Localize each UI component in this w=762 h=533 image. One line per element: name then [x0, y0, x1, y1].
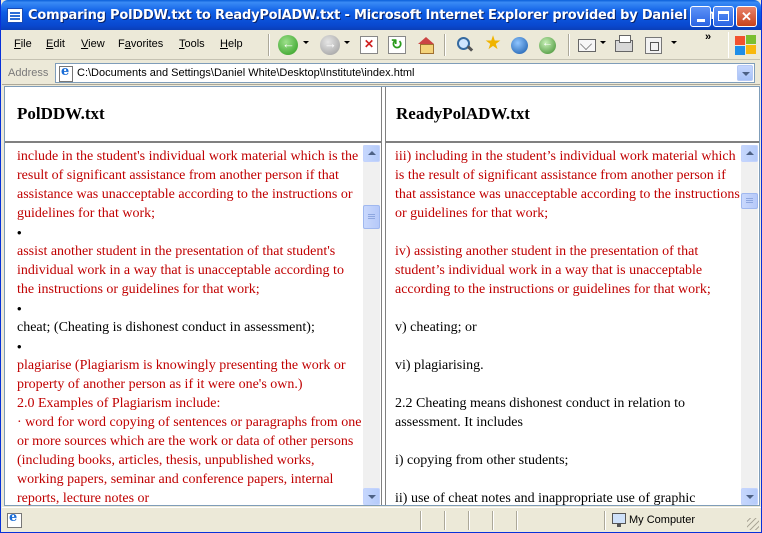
- text-paragraph: 2.2 Cheating means dishonest conduct in …: [395, 396, 686, 430]
- security-zone-label: My Computer: [629, 514, 696, 526]
- print-icon[interactable]: [615, 35, 633, 52]
- menu-edit[interactable]: Edit: [46, 38, 65, 54]
- menu-favorites[interactable]: Favorites: [118, 38, 163, 54]
- text-paragraph: ii) use of cheat notes and inappropriate…: [395, 491, 696, 505]
- toolbar-overflow-chevron-icon[interactable]: »: [705, 31, 711, 43]
- address-input[interactable]: C:\Documents and Settings\Daniel White\D…: [55, 63, 755, 83]
- bullet-marker: •: [17, 301, 22, 316]
- mail-dropdown-icon[interactable]: [600, 41, 606, 44]
- search-icon[interactable]: [454, 35, 474, 55]
- resize-grip[interactable]: [747, 518, 759, 530]
- left-frame-header: PolDDW.txt: [5, 87, 381, 143]
- right-frame-scrollbar[interactable]: [741, 145, 758, 505]
- home-icon[interactable]: [416, 35, 436, 55]
- right-frame-text: iii) including in the student’s individu…: [386, 145, 742, 505]
- menu-file[interactable]: File: [14, 38, 32, 54]
- text-paragraph: include in the student's individual work…: [17, 149, 359, 221]
- menu-toolbar-row: File Edit View Favorites Tools Help ★ »: [2, 30, 760, 60]
- page-content: PolDDW.txt ReadyPolADW.txt include in th…: [4, 86, 760, 506]
- window-title: Comparing PolDDW.txt to ReadyPolADW.txt …: [28, 8, 734, 23]
- maximize-icon: [718, 11, 729, 21]
- forward-dropdown-icon[interactable]: [344, 41, 350, 44]
- text-paragraph: iv) assisting another student in the pre…: [395, 244, 711, 297]
- address-bar: Address C:\Documents and Settings\Daniel…: [2, 61, 760, 85]
- text-paragraph: iii) including in the student’s individu…: [395, 149, 740, 221]
- minimize-button[interactable]: [690, 6, 711, 27]
- left-frame-text: include in the student's individual work…: [5, 145, 362, 505]
- toolbar-separator: [568, 34, 570, 56]
- status-divider: [492, 511, 494, 530]
- media-icon[interactable]: [511, 37, 528, 54]
- scrollbar-thumb[interactable]: [741, 193, 758, 209]
- stop-icon[interactable]: [360, 36, 378, 54]
- menu-tools[interactable]: Tools: [179, 38, 205, 54]
- windows-logo-icon: [728, 32, 756, 58]
- bullet-marker: •: [17, 339, 22, 354]
- text-paragraph: plagiarise (Plagiarism is knowingly pres…: [17, 358, 346, 392]
- status-divider: [468, 511, 470, 530]
- address-dropdown-icon[interactable]: [737, 65, 753, 81]
- scroll-down-arrow-icon[interactable]: [741, 488, 758, 505]
- status-divider: [444, 511, 446, 530]
- address-label: Address: [8, 67, 49, 79]
- status-bar: My Computer: [2, 507, 761, 532]
- ie-page-icon: [7, 8, 23, 23]
- close-icon: ✕: [741, 9, 752, 24]
- text-paragraph: assist another student in the presentati…: [17, 244, 344, 297]
- scroll-down-arrow-icon[interactable]: [363, 488, 380, 505]
- back-dropdown-icon[interactable]: [303, 41, 309, 44]
- computer-icon: [612, 513, 626, 527]
- forward-icon[interactable]: [320, 35, 340, 55]
- text-paragraph: v) cheating; or: [395, 320, 477, 335]
- right-frame-title: ReadyPolADW.txt: [396, 104, 530, 123]
- text-paragraph: 2.0 Examples of Plagiarism include:: [17, 396, 221, 411]
- favorites-icon[interactable]: ★: [483, 34, 503, 55]
- refresh-icon[interactable]: [388, 36, 406, 54]
- minimize-icon: [696, 19, 705, 22]
- page-status-icon: [6, 510, 22, 528]
- bullet-marker: •: [17, 225, 22, 240]
- text-paragraph: vi) plagiarising.: [395, 358, 484, 373]
- left-frame-scrollbar[interactable]: [363, 145, 380, 505]
- status-divider: [420, 511, 422, 530]
- browser-window: Comparing PolDDW.txt to ReadyPolADW.txt …: [0, 0, 762, 533]
- history-icon[interactable]: [539, 37, 556, 54]
- status-divider: [516, 511, 518, 530]
- menu-view[interactable]: View: [81, 38, 105, 54]
- edit-icon[interactable]: [645, 37, 662, 54]
- text-paragraph: · word for word copying of sentences or …: [17, 415, 362, 505]
- toolbar-separator: [444, 34, 446, 56]
- scroll-up-arrow-icon[interactable]: [741, 145, 758, 162]
- text-paragraph: i) copying from other students;: [395, 453, 569, 468]
- back-icon[interactable]: [278, 35, 298, 55]
- maximize-button[interactable]: [713, 6, 734, 27]
- mail-icon[interactable]: [578, 39, 596, 52]
- title-bar[interactable]: Comparing PolDDW.txt to ReadyPolADW.txt …: [1, 0, 761, 30]
- edit-dropdown-icon[interactable]: [671, 41, 677, 44]
- scrollbar-thumb[interactable]: [363, 205, 380, 229]
- menu-help[interactable]: Help: [220, 38, 243, 54]
- left-frame-title: PolDDW.txt: [17, 104, 105, 123]
- right-frame-header: ReadyPolADW.txt: [386, 87, 759, 143]
- address-value[interactable]: C:\Documents and Settings\Daniel White\D…: [77, 67, 415, 79]
- close-button[interactable]: ✕: [736, 6, 757, 27]
- toolbar-separator: [268, 34, 270, 56]
- text-paragraph: cheat; (Cheating is dishonest conduct in…: [17, 320, 315, 335]
- status-divider: [604, 511, 606, 530]
- page-icon: [58, 64, 74, 82]
- scroll-up-arrow-icon[interactable]: [363, 145, 380, 162]
